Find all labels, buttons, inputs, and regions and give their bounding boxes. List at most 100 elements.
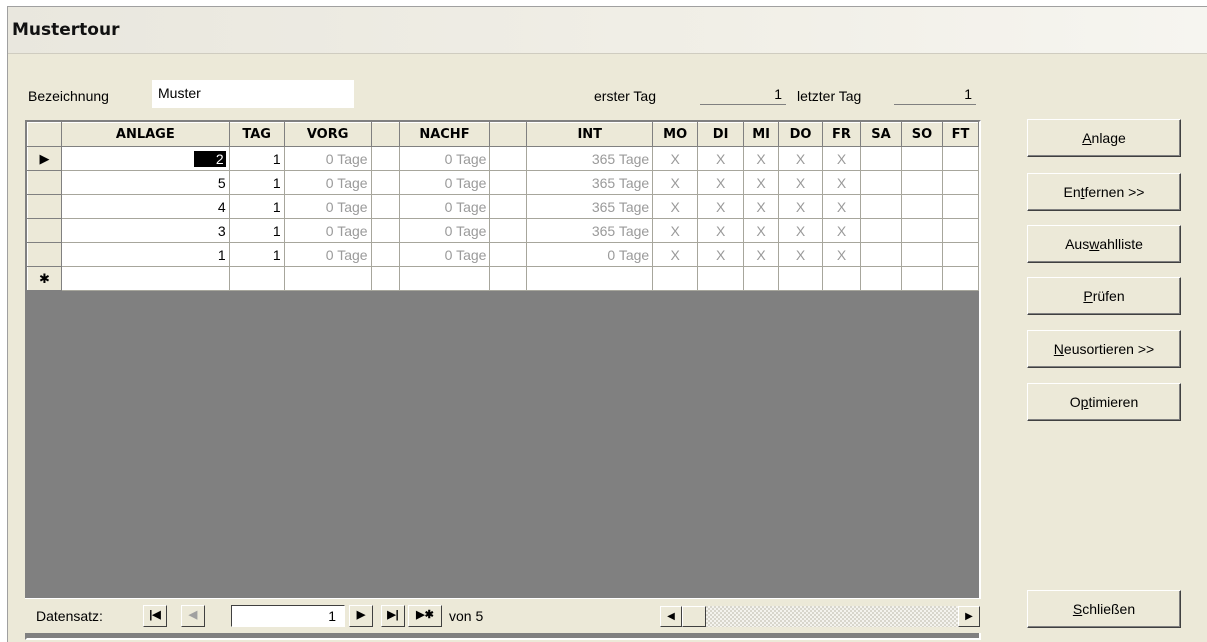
- record-selector-header[interactable]: [27, 122, 62, 147]
- table-row[interactable]: 5 1 0 Tage 0 Tage 365 Tage X X X X X: [27, 170, 980, 195]
- neusortieren-button[interactable]: Neusortieren >>: [1027, 330, 1181, 368]
- cell-di[interactable]: X: [697, 146, 745, 171]
- first-record-icon[interactable]: |◀: [143, 605, 167, 627]
- cell-do[interactable]: X: [778, 218, 824, 243]
- cell-tag[interactable]: 1: [228, 194, 285, 219]
- cell-blank-1[interactable]: [370, 194, 400, 219]
- cell-fr[interactable]: X: [822, 242, 861, 267]
- cell-so[interactable]: [900, 146, 943, 171]
- cell-sa[interactable]: [859, 218, 902, 243]
- col-header-sa[interactable]: SA: [859, 122, 902, 147]
- cell-di[interactable]: X: [697, 194, 745, 219]
- previous-record-icon[interactable]: ◀: [181, 605, 205, 627]
- col-header-ft[interactable]: FT: [941, 122, 980, 147]
- cell-do[interactable]: X: [778, 146, 824, 171]
- cell-sa[interactable]: [859, 242, 902, 267]
- cell-nachf[interactable]: 0 Tage: [398, 242, 491, 267]
- cell-tag[interactable]: 1: [228, 218, 285, 243]
- cell-mi[interactable]: X: [743, 170, 780, 195]
- cell-nachf[interactable]: 0 Tage: [398, 170, 491, 195]
- cell-ft[interactable]: [941, 146, 980, 171]
- col-header-blank-1[interactable]: [370, 122, 400, 147]
- scroll-right-icon[interactable]: ▶: [958, 606, 980, 627]
- cell-di[interactable]: X: [697, 218, 745, 243]
- scroll-left-icon[interactable]: ◀: [660, 606, 682, 627]
- cell-vorg[interactable]: 0 Tage: [283, 242, 372, 267]
- new-cell-sa[interactable]: [859, 266, 902, 291]
- auswahlliste-button[interactable]: Auswahlliste: [1027, 225, 1181, 263]
- cell-vorg[interactable]: 0 Tage: [283, 170, 372, 195]
- cell-tag[interactable]: 1: [228, 146, 285, 171]
- cell-vorg[interactable]: 0 Tage: [283, 194, 372, 219]
- new-record-row[interactable]: ✱: [27, 266, 980, 291]
- cell-blank-2[interactable]: [489, 194, 528, 219]
- cell-anlage[interactable]: 4: [60, 194, 230, 219]
- cell-so[interactable]: [900, 170, 943, 195]
- cell-tag[interactable]: 1: [228, 242, 285, 267]
- new-cell-nachf[interactable]: [398, 266, 491, 291]
- cell-sa[interactable]: [859, 146, 902, 171]
- cell-fr[interactable]: X: [822, 170, 861, 195]
- new-record-asterisk-icon[interactable]: ✱: [27, 266, 62, 291]
- col-header-int[interactable]: INT: [526, 122, 654, 147]
- table-row[interactable]: 4 1 0 Tage 0 Tage 365 Tage X X X X X: [27, 194, 980, 219]
- cell-mo[interactable]: X: [652, 194, 699, 219]
- letzter-tag-field[interactable]: 1: [894, 84, 976, 105]
- col-header-blank-2[interactable]: [489, 122, 528, 147]
- record-number-input[interactable]: 1: [231, 605, 345, 627]
- cell-int[interactable]: 365 Tage: [526, 194, 654, 219]
- optimieren-button[interactable]: Optimieren: [1027, 383, 1181, 421]
- cell-do[interactable]: X: [778, 194, 824, 219]
- cell-so[interactable]: [900, 218, 943, 243]
- bezeichnung-field[interactable]: Muster: [152, 80, 354, 108]
- table-row[interactable]: 1 1 0 Tage 0 Tage 0 Tage X X X X X: [27, 242, 980, 267]
- cell-sa[interactable]: [859, 170, 902, 195]
- cell-fr[interactable]: X: [822, 146, 861, 171]
- new-cell-fr[interactable]: [822, 266, 861, 291]
- cell-nachf[interactable]: 0 Tage: [398, 146, 491, 171]
- entfernen-button[interactable]: Entfernen >>: [1027, 173, 1181, 211]
- cell-vorg[interactable]: 0 Tage: [283, 146, 372, 171]
- cell-anlage[interactable]: 2: [60, 146, 230, 171]
- cell-anlage[interactable]: 5: [60, 170, 230, 195]
- cell-int[interactable]: 365 Tage: [526, 146, 654, 171]
- cell-ft[interactable]: [941, 218, 980, 243]
- new-cell-blank-2[interactable]: [489, 266, 528, 291]
- cell-sa[interactable]: [859, 194, 902, 219]
- cell-anlage[interactable]: 1: [60, 242, 230, 267]
- new-cell-mo[interactable]: [652, 266, 699, 291]
- last-record-icon[interactable]: ▶|: [381, 605, 405, 627]
- record-selector[interactable]: [27, 194, 62, 219]
- current-record-indicator-icon[interactable]: ▶: [27, 146, 62, 171]
- col-header-di[interactable]: DI: [697, 122, 745, 147]
- schliessen-button[interactable]: Schließen: [1027, 590, 1181, 628]
- cell-blank-2[interactable]: [489, 218, 528, 243]
- cell-nachf[interactable]: 0 Tage: [398, 218, 491, 243]
- cell-blank-2[interactable]: [489, 242, 528, 267]
- cell-so[interactable]: [900, 242, 943, 267]
- table-row[interactable]: ▶ 2 1 0 Tage 0 Tage 365 Tage X X X X X: [27, 146, 980, 171]
- new-cell-vorg[interactable]: [283, 266, 372, 291]
- new-cell-int[interactable]: [526, 266, 654, 291]
- col-header-mo[interactable]: MO: [652, 122, 699, 147]
- cell-mo[interactable]: X: [652, 146, 699, 171]
- col-header-do[interactable]: DO: [778, 122, 824, 147]
- new-cell-anlage[interactable]: [60, 266, 230, 291]
- cell-int[interactable]: 0 Tage: [526, 242, 654, 267]
- cell-int[interactable]: 365 Tage: [526, 170, 654, 195]
- cell-ft[interactable]: [941, 194, 980, 219]
- col-header-nachf[interactable]: NACHF: [398, 122, 491, 147]
- new-record-icon[interactable]: ▶✱: [408, 605, 442, 627]
- cell-mi[interactable]: X: [743, 194, 780, 219]
- cell-mo[interactable]: X: [652, 170, 699, 195]
- new-cell-mi[interactable]: [743, 266, 780, 291]
- new-cell-ft[interactable]: [941, 266, 980, 291]
- cell-do[interactable]: X: [778, 242, 824, 267]
- record-selector[interactable]: [27, 242, 62, 267]
- cell-di[interactable]: X: [697, 242, 745, 267]
- cell-mo[interactable]: X: [652, 242, 699, 267]
- cell-di[interactable]: X: [697, 170, 745, 195]
- col-header-vorg[interactable]: VORG: [283, 122, 372, 147]
- cell-so[interactable]: [900, 194, 943, 219]
- new-cell-do[interactable]: [778, 266, 824, 291]
